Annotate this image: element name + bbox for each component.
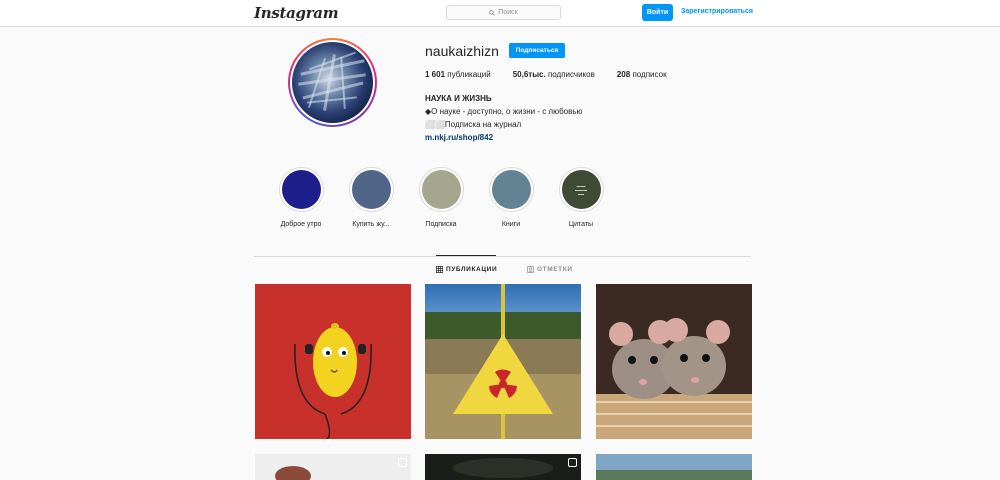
bio-line-1: ◆О науке - доступно, о жизни - с любовью [425, 107, 583, 116]
highlight-cover: ▬▬▬ ▬▬▬▬ ▬▬ [561, 170, 601, 209]
post-image [596, 454, 752, 480]
avatar-image [292, 42, 373, 123]
following-stat[interactable]: 208 подписок [617, 70, 667, 79]
post-bottom-3[interactable] [596, 454, 752, 480]
bio-line-2: ⬜⬜Подписка на журнал [425, 120, 522, 129]
search-placeholder: Поиск [498, 9, 518, 16]
instagram-logo[interactable]: Instagram [254, 4, 339, 22]
active-tab-indicator [436, 255, 496, 256]
profile-stats: 1 601 публикаций 50,6тыс. подписчиков 20… [425, 70, 689, 79]
post-two-rats[interactable] [596, 284, 752, 439]
highlight-knigi[interactable]: Книги [487, 167, 535, 228]
tab-posts[interactable]: ПУБЛИКАЦИИ [436, 266, 497, 273]
highlight-label: Доброе утро [280, 221, 322, 228]
highlight-tsitaty[interactable]: ▬▬▬ ▬▬▬▬ ▬▬ Цитаты [557, 167, 605, 228]
post-bottom-1[interactable] [255, 454, 411, 480]
profile-username: naukaizhizn [425, 43, 499, 59]
post-image [425, 284, 581, 439]
highlight-cover [281, 170, 321, 209]
signup-link[interactable]: Зарегистрироваться [681, 8, 753, 15]
tab-tagged[interactable]: ОТМЕТКИ [527, 266, 573, 273]
highlight-cover [491, 170, 531, 209]
search-icon [489, 9, 495, 16]
highlight-podpiska[interactable]: Подписка [417, 167, 465, 228]
tab-tagged-label: ОТМЕТКИ [537, 266, 573, 273]
post-image [255, 284, 411, 439]
quote-texture: ▬▬▬ ▬▬▬▬ ▬▬ [575, 183, 587, 196]
profile-bio: НАУКА И ЖИЗНЬ ◆О науке - доступно, о жиз… [425, 92, 583, 144]
post-lemon-with-earphones[interactable] [255, 284, 411, 439]
carousel-icon [568, 458, 577, 467]
highlight-cover [351, 170, 391, 209]
highlight-label: Подписка [425, 221, 457, 228]
bio-link[interactable]: m.nkj.ru/shop/842 [425, 131, 583, 144]
post-bottom-2[interactable] [425, 454, 581, 480]
login-button[interactable]: Войти [642, 4, 673, 21]
search-input[interactable]: Поиск [446, 5, 561, 20]
profile-avatar[interactable] [288, 38, 377, 127]
posts-count-stat: 1 601 публикаций [425, 70, 491, 79]
tab-posts-label: ПУБЛИКАЦИИ [446, 266, 498, 273]
tabs-divider [254, 256, 751, 257]
post-radiation-sign-field[interactable] [425, 284, 581, 439]
person-tag-icon [527, 266, 534, 273]
bio-full-name: НАУКА И ЖИЗНЬ [425, 94, 492, 103]
follow-button[interactable]: Подписаться [509, 43, 565, 58]
grid-icon [436, 266, 443, 273]
highlight-kupit-zhurnal[interactable]: Купить жу... [347, 167, 395, 228]
highlight-dobroe-utro[interactable]: Доброе утро [277, 167, 325, 228]
highlight-label: Цитаты [568, 221, 594, 228]
top-navigation-bar: Instagram Поиск Войти Зарегистрироваться [0, 0, 1000, 27]
highlight-label: Книги [501, 221, 521, 228]
post-image [425, 454, 581, 480]
story-highlights: Доброе утро Купить жу... Подписка Книги … [277, 167, 627, 228]
followers-stat[interactable]: 50,6тыс. подписчиков [513, 70, 595, 79]
highlight-cover [421, 170, 461, 209]
highlight-label: Купить жу... [352, 221, 390, 228]
post-image [255, 454, 411, 480]
post-image [596, 284, 752, 439]
carousel-icon [398, 458, 407, 467]
